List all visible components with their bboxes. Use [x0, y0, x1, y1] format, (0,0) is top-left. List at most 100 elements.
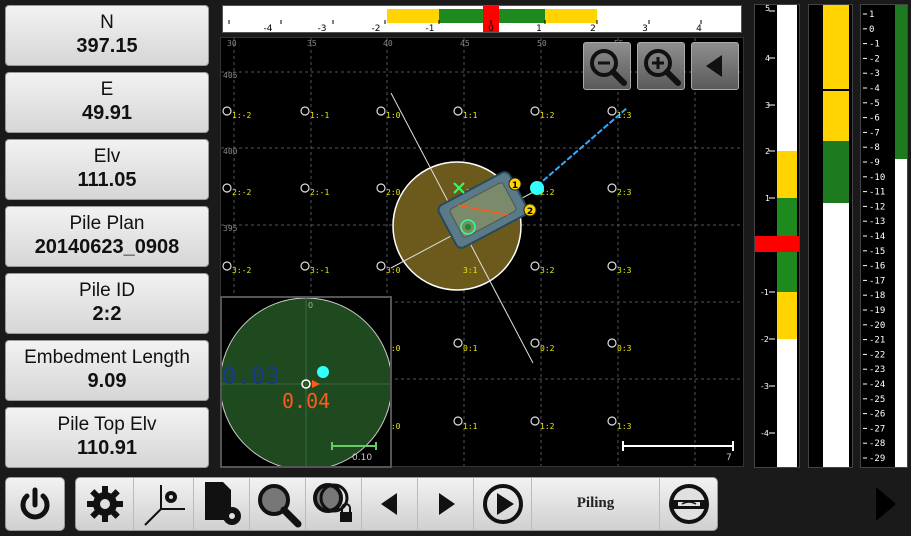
pile-label: 3:1: [463, 266, 478, 275]
search-button[interactable]: [250, 478, 306, 530]
map-x-label: 45: [460, 39, 470, 48]
inset-value-blue: 0.03: [222, 362, 280, 390]
depth-tick-label: -3: [869, 69, 880, 79]
power-button[interactable]: [5, 477, 65, 531]
precision-inset-view: 0 0.03 0.04 0.10: [220, 296, 392, 468]
depth-tick-label: -19: [869, 306, 885, 316]
zoom-in-icon: [644, 49, 681, 86]
top-tick-label: -3: [318, 24, 327, 32]
info-pile-plan-value: 20140623_0908: [34, 236, 180, 258]
elev-tick-label: -2: [761, 335, 769, 344]
inset-zero-label: 0: [308, 301, 313, 310]
elev-tick-label: 1: [765, 194, 770, 203]
level-icon: [668, 484, 709, 524]
pile-label: 0:3: [617, 344, 632, 353]
magnifier-icon: [257, 484, 301, 528]
search-lock-button[interactable]: [306, 478, 362, 530]
elev-indicator: [755, 236, 799, 252]
collapse-panel-button[interactable]: [691, 42, 739, 90]
pile-label: 1:3: [617, 422, 632, 431]
depth-tick-label: 0: [869, 25, 874, 35]
depth-tick-label: -13: [869, 217, 885, 227]
info-pile-top-elv: Pile Top Elv 110.91: [5, 407, 209, 468]
top-tick-label: 1: [536, 24, 542, 32]
depth-tick-label: -10: [869, 173, 885, 183]
piling-mode-button[interactable]: Piling: [532, 478, 660, 530]
pile-target-center: [465, 224, 471, 230]
top-tick-label: 3: [642, 24, 648, 32]
main-toolbar: Piling: [75, 477, 718, 531]
elev-tick-label: -4: [761, 429, 769, 438]
top-tick-label: -1: [426, 24, 435, 32]
map-x-label: 30: [227, 39, 237, 48]
inset-value-orange: 0.04: [282, 389, 330, 413]
next-page-button[interactable]: [860, 477, 908, 531]
axes-settings-button[interactable]: [134, 478, 194, 530]
pile-label: 1:2: [540, 111, 555, 120]
depth-tick-label: -21: [869, 336, 885, 346]
map-x-label: 40: [383, 39, 393, 48]
depth-progress: [895, 5, 907, 159]
magnifier-lock-icon: [312, 483, 352, 522]
info-e-label: E: [100, 79, 114, 100]
depth-tick-label: -27: [869, 424, 885, 434]
triangle-left-icon: [380, 493, 397, 515]
pile-label: 3:-2: [232, 266, 251, 275]
zoom-out-button[interactable]: [583, 42, 631, 90]
depth-tick-label: -12: [869, 202, 885, 212]
pile-label: 0:1: [463, 344, 478, 353]
info-elv: Elv 111.05: [5, 139, 209, 200]
inset-position-marker: [317, 366, 329, 378]
elev-tick-label: 4: [765, 54, 770, 63]
pile-label: 1:3: [617, 111, 632, 120]
depth-tick-label: -25: [869, 395, 885, 405]
triangle-left-icon: [706, 55, 722, 77]
depth-tick-label: -14: [869, 232, 885, 242]
depth-tick-label: -24: [869, 380, 885, 390]
depth-tick-label: 1: [869, 10, 874, 20]
depth-tick-label: -18: [869, 291, 885, 301]
depth-tick-label: -17: [869, 276, 885, 286]
zoom-in-button[interactable]: [637, 42, 685, 90]
depth-tick-label: -5: [869, 99, 880, 109]
info-n-value: 397.15: [76, 35, 138, 57]
info-embedment-length: Embedment Length 9.09: [5, 340, 209, 401]
map-scale-bar: [622, 441, 734, 451]
map-y-label: 405: [223, 71, 238, 80]
elev-tick-label: -1: [761, 288, 769, 297]
next-button[interactable]: [418, 478, 474, 530]
pile-label: 0:2: [540, 344, 555, 353]
info-elv-value: 111.05: [77, 169, 137, 191]
marker-1-label: 1: [512, 181, 518, 191]
depth-tick-label: -15: [869, 247, 885, 257]
file-settings-button[interactable]: [194, 478, 250, 530]
previous-button[interactable]: [362, 478, 418, 530]
file-gear-icon: [204, 482, 241, 525]
map-x-label: 35: [307, 39, 317, 48]
info-n-label: N: [100, 12, 114, 33]
info-pile-id-label: Pile ID: [79, 280, 135, 301]
pile-label: 2:-2: [232, 188, 251, 197]
top-tick-label: -4: [264, 24, 273, 32]
elev-tick-label: 3: [765, 101, 770, 110]
depth-tick-label: -26: [869, 410, 885, 420]
scale-yellow-right: [545, 9, 597, 23]
info-embedment-length-value: 9.09: [87, 370, 127, 392]
pile-label: 1:1: [463, 422, 478, 431]
pile-label: 1:2: [540, 422, 555, 431]
piling-mode-label: Piling: [576, 495, 615, 511]
level-button[interactable]: [660, 478, 717, 530]
scale-yellow-left: [387, 9, 439, 23]
info-pile-top-elv-value: 110.91: [76, 437, 138, 459]
info-pile-plan[interactable]: Pile Plan 20140623_0908: [5, 206, 209, 267]
pile-label: 2:3: [617, 188, 632, 197]
info-pile-id-value: 2:2: [92, 303, 122, 325]
settings-button[interactable]: [76, 478, 134, 530]
info-pile-plan-label: Pile Plan: [69, 213, 145, 234]
play-circle-icon: [482, 484, 523, 524]
info-pile-id[interactable]: Pile ID 2:2: [5, 273, 209, 334]
pile-label: 1:-1: [310, 111, 329, 120]
pile-label: 3:0: [386, 266, 401, 275]
inset-scale-label: 0.10: [352, 453, 372, 463]
play-button[interactable]: [474, 478, 532, 530]
